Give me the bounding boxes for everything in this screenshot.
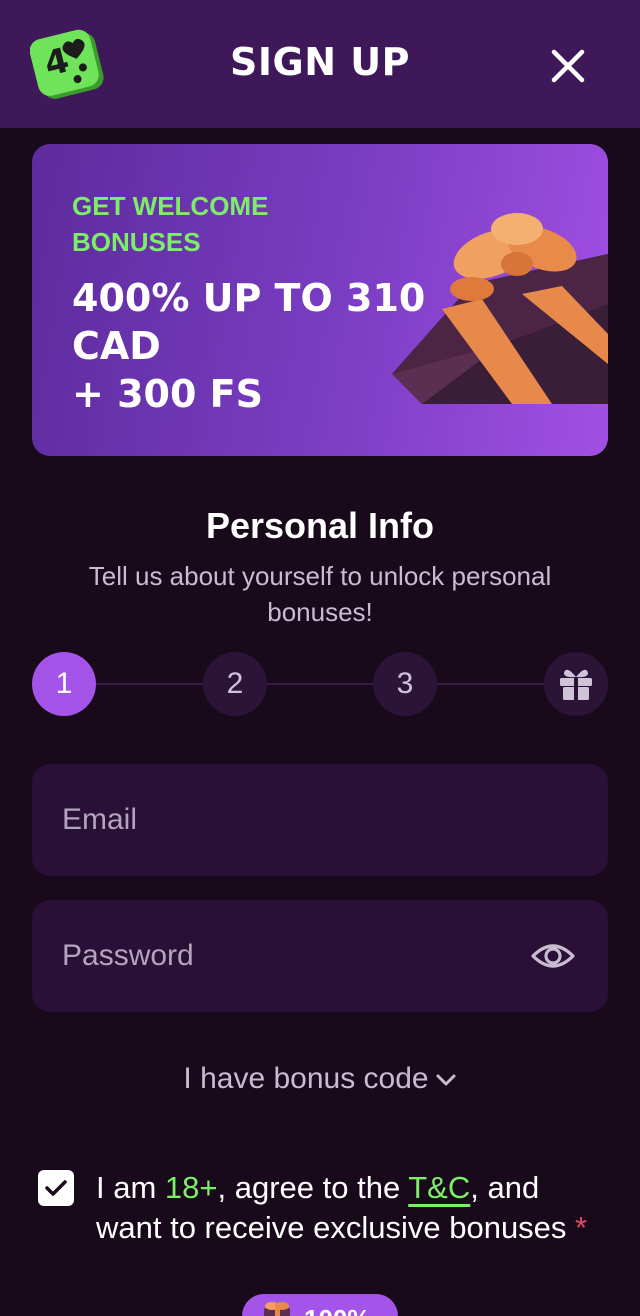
- bonus-code-toggle[interactable]: I have bonus code: [0, 1062, 640, 1096]
- terms-link[interactable]: T&C: [408, 1170, 470, 1205]
- eye-icon[interactable]: [530, 934, 576, 978]
- step-reward: [544, 652, 608, 716]
- required-mark: *: [575, 1210, 588, 1245]
- consent-checkbox[interactable]: [38, 1170, 74, 1206]
- section-title: Personal Info: [205, 505, 435, 546]
- bonus-badge-label: 100%: [304, 1304, 371, 1316]
- bonus-code-label: I have bonus code: [183, 1062, 429, 1095]
- page-title: SIGN UP: [230, 40, 410, 84]
- age-requirement: 18+: [164, 1170, 218, 1205]
- password-input[interactable]: [62, 900, 532, 1012]
- gift-box-icon: [392, 213, 608, 404]
- email-input[interactable]: [62, 764, 532, 876]
- signup-stepper: 1 2 3: [32, 652, 608, 716]
- section-subtitle: Tell us about yourself to unlock persona…: [88, 561, 552, 627]
- email-field: [32, 764, 608, 876]
- checkmark-icon: [45, 1180, 67, 1196]
- consent-text: I am 18+, agree to the T&C, and want to …: [96, 1168, 596, 1248]
- chevron-down-icon: [436, 1074, 456, 1086]
- step-3: 3: [373, 652, 437, 716]
- gift-icon: [264, 1302, 290, 1316]
- header: 4 SIGN UP: [0, 0, 640, 128]
- bonus-badge[interactable]: 100%: [242, 1294, 398, 1316]
- consent-text-part: , agree to the: [217, 1170, 409, 1205]
- gift-icon: [560, 669, 592, 700]
- close-icon[interactable]: [546, 44, 590, 88]
- step-2: 2: [203, 652, 267, 716]
- step-1: 1: [32, 652, 96, 716]
- consent-text-part: I am: [96, 1170, 165, 1205]
- welcome-bonus-banner[interactable]: GET WELCOME BONUSES 400% UP TO 310 CAD +…: [32, 144, 608, 456]
- password-field: [32, 900, 608, 1012]
- stepper-line: [64, 683, 576, 685]
- banner-kicker: GET WELCOME BONUSES: [72, 191, 269, 257]
